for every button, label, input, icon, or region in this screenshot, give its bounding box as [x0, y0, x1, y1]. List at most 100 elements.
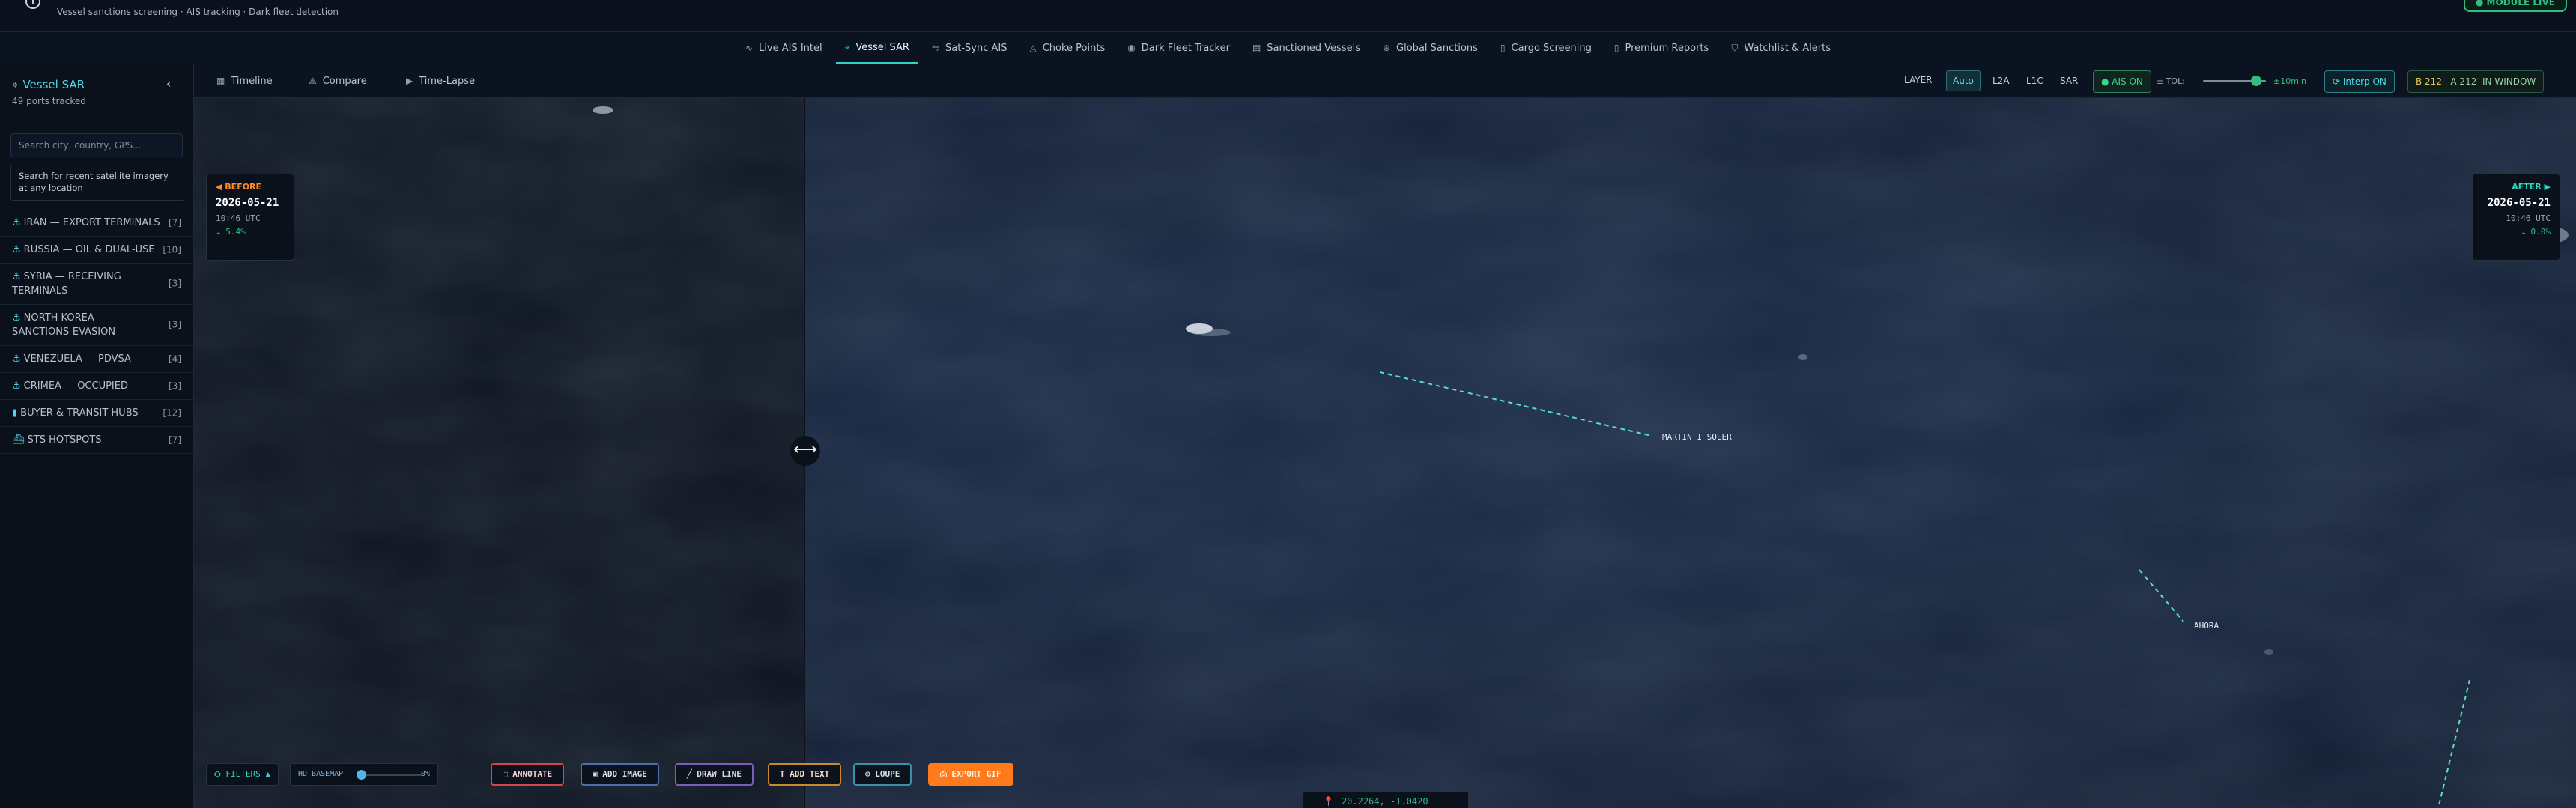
interp-toggle[interactable]: ⟳ Interp ON [2324, 70, 2395, 93]
region-label: SYRIA — RECEIVING TERMINALS [12, 271, 121, 297]
region-count: [7] [169, 434, 181, 445]
view-tab-compare[interactable]: ⟁ Compare [309, 64, 367, 97]
map-viewer: MARTIN I SOLER AHORA ⟷ ◀ BEFORE 2026-05-… [194, 64, 2576, 808]
tab-dark-fleet-tracker[interactable]: ◉ Dark Fleet Tracker [1118, 32, 1239, 64]
tab-global-sanctions[interactable]: ⊕ Global Sanctions [1374, 32, 1487, 64]
sidebar-title: ⌖ Vessel SAR [12, 78, 85, 91]
region-item[interactable]: ⚓ VENEZUELA — PDVSA [4] [0, 346, 193, 373]
draw-line-button[interactable]: ╱ DRAW LINE [675, 763, 754, 786]
tab-sat-sync-ais[interactable]: ⇋ Sat-Sync AIS [923, 32, 1016, 64]
region-count: [7] [169, 217, 181, 228]
search-hint: Search for recent satellite imagery at a… [10, 165, 184, 201]
ais-toggle[interactable]: ● AIS ON [2093, 70, 2151, 93]
region-item[interactable]: ⚓ NORTH KOREA — SANCTIONS-EVASION [3] [0, 305, 193, 346]
after-date-card: AFTER ▶ 2026-05-21 10:46 UTC ☁ 0.0% [2472, 174, 2560, 261]
view-tab-time-lapse[interactable]: ▶ Time-Lapse [406, 64, 475, 97]
view-tab-timeline[interactable]: ▦ Timeline [216, 64, 273, 97]
region-list: ⚓ IRAN — EXPORT TERMINALS [7] ⚓ RUSSIA — OIL… [0, 210, 193, 454]
after-date: 2026-05-21 [2487, 197, 2551, 209]
hd-basemap-slider-track[interactable] [360, 774, 422, 776]
export-gif-button[interactable]: ⎙ EXPORT GIF [928, 763, 1013, 786]
after-time: 10:46 UTC [2506, 213, 2551, 223]
vessel-label-martin-i-soler[interactable]: MARTIN I SOLER [1662, 432, 1732, 442]
region-label: NORTH KOREA — SANCTIONS-EVASION [12, 312, 116, 338]
after-label: AFTER ▶ [2512, 182, 2551, 192]
region-item[interactable]: ⚓ RUSSIA — OIL & DUAL-USE [10] [0, 237, 193, 264]
pulse-icon: ∿ [745, 43, 754, 53]
layer-l1c-button[interactable]: L1C [2020, 70, 2049, 91]
before-date: 2026-05-21 [216, 197, 279, 209]
tab-live-ais-intel[interactable]: ∿ Live AIS Intel [736, 32, 831, 64]
tab-label: Watchlist & Alerts [1744, 42, 1831, 54]
compare-icon: ⟁ [309, 75, 317, 86]
view-tab-label: Compare [322, 75, 367, 87]
after-count: A 212 [2450, 76, 2477, 87]
tab-sanctioned-vessels[interactable]: ▤ Sanctioned Vessels [1243, 32, 1369, 64]
before-time: 10:46 UTC [216, 213, 261, 223]
document-icon: ▯ [1500, 43, 1506, 53]
vessel-label-ahora[interactable]: AHORA [2194, 621, 2219, 631]
region-count: [10] [163, 244, 181, 255]
viewer-toolbar: ▦ Timeline ⟁ Compare ▶ Time-Lapse LAYER Auto L2A… [194, 64, 2576, 98]
region-item[interactable]: ⚓ IRAN — EXPORT TERMINALS [7] [0, 210, 193, 237]
info-icon[interactable]: i [25, 0, 40, 9]
hd-basemap-slider-thumb[interactable] [357, 770, 366, 780]
hd-basemap-control: HD BASEMAP 0% [290, 763, 438, 786]
annotate-button[interactable]: ⬚ ANNOTATE [491, 763, 565, 786]
after-cloud-cover: ☁ 0.0% [2521, 227, 2551, 237]
tab-label: Live AIS Intel [759, 42, 822, 54]
flame-icon: ◬ [1029, 43, 1037, 53]
sidebar: ⌖Vessel SAR 49 ports tracked ‹ Search fo… [0, 64, 194, 808]
collapse-sidebar-icon[interactable]: ‹ [166, 76, 171, 91]
anchor-icon: ⚓ [12, 312, 21, 323]
view-tab-label: Timeline [231, 75, 273, 87]
tab-cargo-screening[interactable]: ▯ Cargo Screening [1491, 32, 1601, 64]
hd-basemap-label: HD BASEMAP [298, 770, 344, 778]
add-text-button[interactable]: T ADD TEXT [768, 763, 842, 786]
compare-split-handle[interactable]: ⟷ [790, 436, 820, 466]
anchor-icon: ⚓ [12, 217, 21, 228]
tolerance-slider-thumb[interactable] [2251, 76, 2261, 86]
before-cloud-cover: ☁ 5.4% [216, 227, 246, 237]
vessel-tracks-layer [593, 106, 2569, 808]
region-count: [12] [163, 407, 181, 418]
layer-l2a-button[interactable]: L2A [1986, 70, 2016, 91]
building-icon: ▮ [12, 407, 18, 419]
satellite-icon: ⌖ [12, 78, 19, 91]
tab-label: Sat-Sync AIS [945, 42, 1007, 54]
region-label: IRAN — EXPORT TERMINALS [23, 217, 160, 228]
region-item[interactable]: ⚓ CRIMEA — OCCUPIED [3] [0, 373, 193, 400]
region-count: [4] [169, 353, 181, 364]
location-search-input[interactable] [10, 133, 183, 157]
sar-return [1192, 329, 1231, 336]
film-icon: ▶ [406, 76, 413, 86]
loupe-button[interactable]: ⊙ LOUPE [853, 763, 912, 786]
region-label: VENEZUELA — PDVSA [23, 353, 131, 365]
region-item[interactable]: ⛴ STS HOTSPOTS [7] [0, 427, 193, 454]
window-status: IN-WINDOW [2482, 76, 2536, 87]
radar-icon: ◉ [1127, 43, 1136, 53]
top-header: i Vessel sanctions screening · AIS track… [0, 0, 2576, 32]
region-item[interactable]: ⚓ SYRIA — RECEIVING TERMINALS [3] [0, 264, 193, 305]
filters-button[interactable]: ⛭ FILTERS ▲ [206, 763, 279, 786]
layer-auto-button[interactable]: Auto [1946, 70, 1981, 91]
layer-sar-button[interactable]: SAR [2054, 70, 2084, 91]
app-subtitle: Vessel sanctions screening · AIS trackin… [57, 7, 339, 17]
tab-choke-points[interactable]: ◬ Choke Points [1020, 32, 1114, 64]
tab-vessel-sar[interactable]: ⌖ Vessel SAR [835, 32, 918, 64]
split-arrows-icon: ⟷ [793, 440, 817, 459]
sar-return [593, 106, 613, 114]
tab-watchlist-alerts[interactable]: ⛉ Watchlist & Alerts [1722, 32, 1840, 64]
region-label: STS HOTSPOTS [27, 434, 102, 446]
sync-icon: ⇋ [931, 43, 940, 53]
report-icon: ▯ [1613, 43, 1619, 53]
region-item[interactable]: ▮ BUYER & TRANSIT HUBS [12] [0, 400, 193, 427]
add-image-button[interactable]: ▣ ADD IMAGE [581, 763, 659, 786]
view-tab-label: Time-Lapse [419, 75, 475, 87]
tab-premium-reports[interactable]: ▯ Premium Reports [1605, 32, 1718, 64]
tab-label: Cargo Screening [1511, 42, 1592, 54]
region-label: RUSSIA — OIL & DUAL-USE [23, 244, 155, 255]
region-label: BUYER & TRANSIT HUBS [20, 407, 139, 419]
ship-icon: ⛴ [12, 434, 25, 446]
sar-return [1798, 354, 1807, 360]
